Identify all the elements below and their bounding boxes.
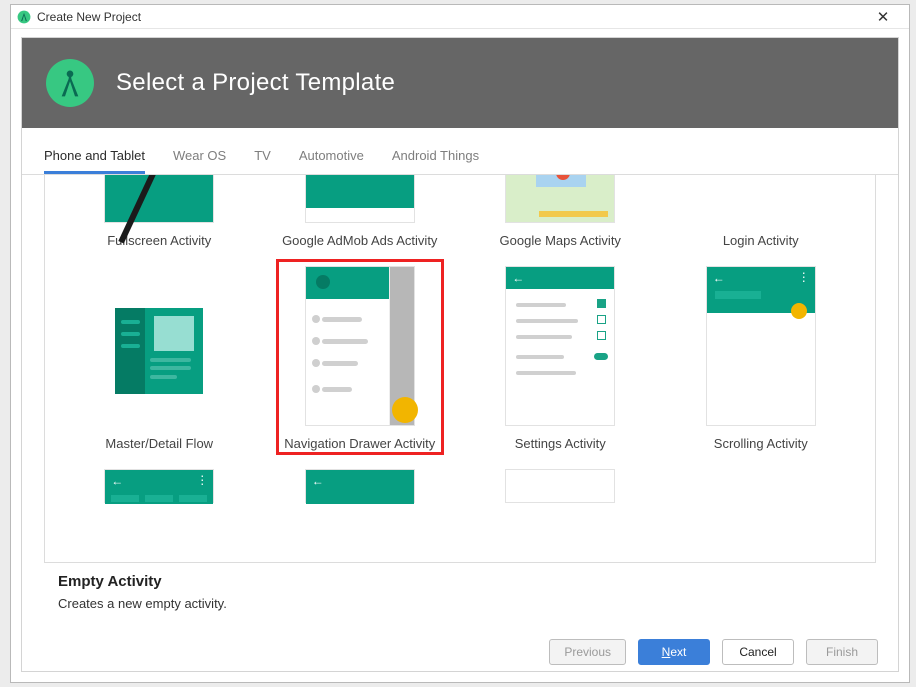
template-thumb [706,469,816,503]
titlebar: Create New Project ✕ [11,5,909,29]
description-body: Creates a new empty activity. [58,596,856,611]
template-google-maps-activity[interactable]: Google Maps Activity [460,175,661,248]
template-navigation-drawer-activity[interactable]: Navigation Drawer Activity [260,266,461,451]
template-thumb [104,175,214,223]
overflow-menu-icon: ⋮ [798,270,809,284]
template-grid[interactable]: Fullscreen Activity Google AdMob Ads Act… [44,175,876,562]
back-arrow-icon: ← [512,271,524,285]
template-label: Settings Activity [515,436,606,451]
template-row-cut[interactable]: ←⋮ [59,469,260,503]
android-studio-logo-icon [46,59,94,107]
previous-button[interactable]: Previous [549,639,626,665]
template-label: Master/Detail Flow [105,436,213,451]
template-label: Google AdMob Ads Activity [282,233,437,248]
dialog-window: Create New Project ✕ Select a Project Te… [10,4,910,683]
template-label: Scrolling Activity [714,436,808,451]
android-studio-icon [17,10,31,24]
template-label: Navigation Drawer Activity [284,436,435,451]
template-label: Google Maps Activity [500,233,621,248]
description-title: Empty Activity [58,573,856,590]
template-fullscreen-activity[interactable]: Fullscreen Activity [59,175,260,248]
back-arrow-icon: ← [713,271,725,285]
template-settings-activity[interactable]: ← Settings Activity [460,266,661,451]
banner: Select a Project Template [22,38,898,128]
template-thumb [305,175,415,223]
back-arrow-icon: ← [111,474,123,488]
template-thumb [505,469,615,503]
template-description: Empty Activity Creates a new empty activ… [44,562,876,625]
template-label: Login Activity [723,233,799,248]
tab-bar: Phone and Tablet Wear OS TV Automotive A… [22,128,898,175]
dialog-body: Select a Project Template Phone and Tabl… [21,37,899,672]
tab-wear-os[interactable]: Wear OS [173,148,226,174]
template-thumb: ← ⋮ [706,266,816,426]
banner-heading: Select a Project Template [116,69,395,97]
finish-button[interactable]: Finish [806,639,878,665]
back-arrow-icon: ← [312,474,324,488]
template-master-detail-flow[interactable]: Master/Detail Flow [59,266,260,451]
cancel-button[interactable]: Cancel [722,639,794,665]
template-login-activity[interactable]: Login Activity [661,175,862,248]
template-thumb [104,266,214,426]
tab-tv[interactable]: TV [254,148,271,174]
template-row-cut[interactable]: ← [260,469,461,503]
button-bar: Previous Next Cancel Finish [22,625,898,671]
template-admob-activity[interactable]: Google AdMob Ads Activity [260,175,461,248]
overflow-menu-icon: ⋮ [196,473,207,487]
template-row-cut[interactable] [661,469,862,503]
window-title: Create New Project [37,10,863,24]
template-thumb [305,266,415,426]
template-thumb: ← [305,469,415,503]
next-button[interactable]: Next [638,639,710,665]
template-thumb: ← [505,266,615,426]
tab-android-things[interactable]: Android Things [392,148,479,174]
template-scrolling-activity[interactable]: ← ⋮ Scrolling Activity [661,266,862,451]
template-thumb [505,175,615,223]
tab-automotive[interactable]: Automotive [299,148,364,174]
tab-phone-tablet[interactable]: Phone and Tablet [44,148,145,174]
template-row-cut[interactable] [460,469,661,503]
close-button[interactable]: ✕ [863,8,903,26]
template-thumb: ←⋮ [104,469,214,503]
template-thumb [706,175,816,223]
star-icon [791,303,807,319]
